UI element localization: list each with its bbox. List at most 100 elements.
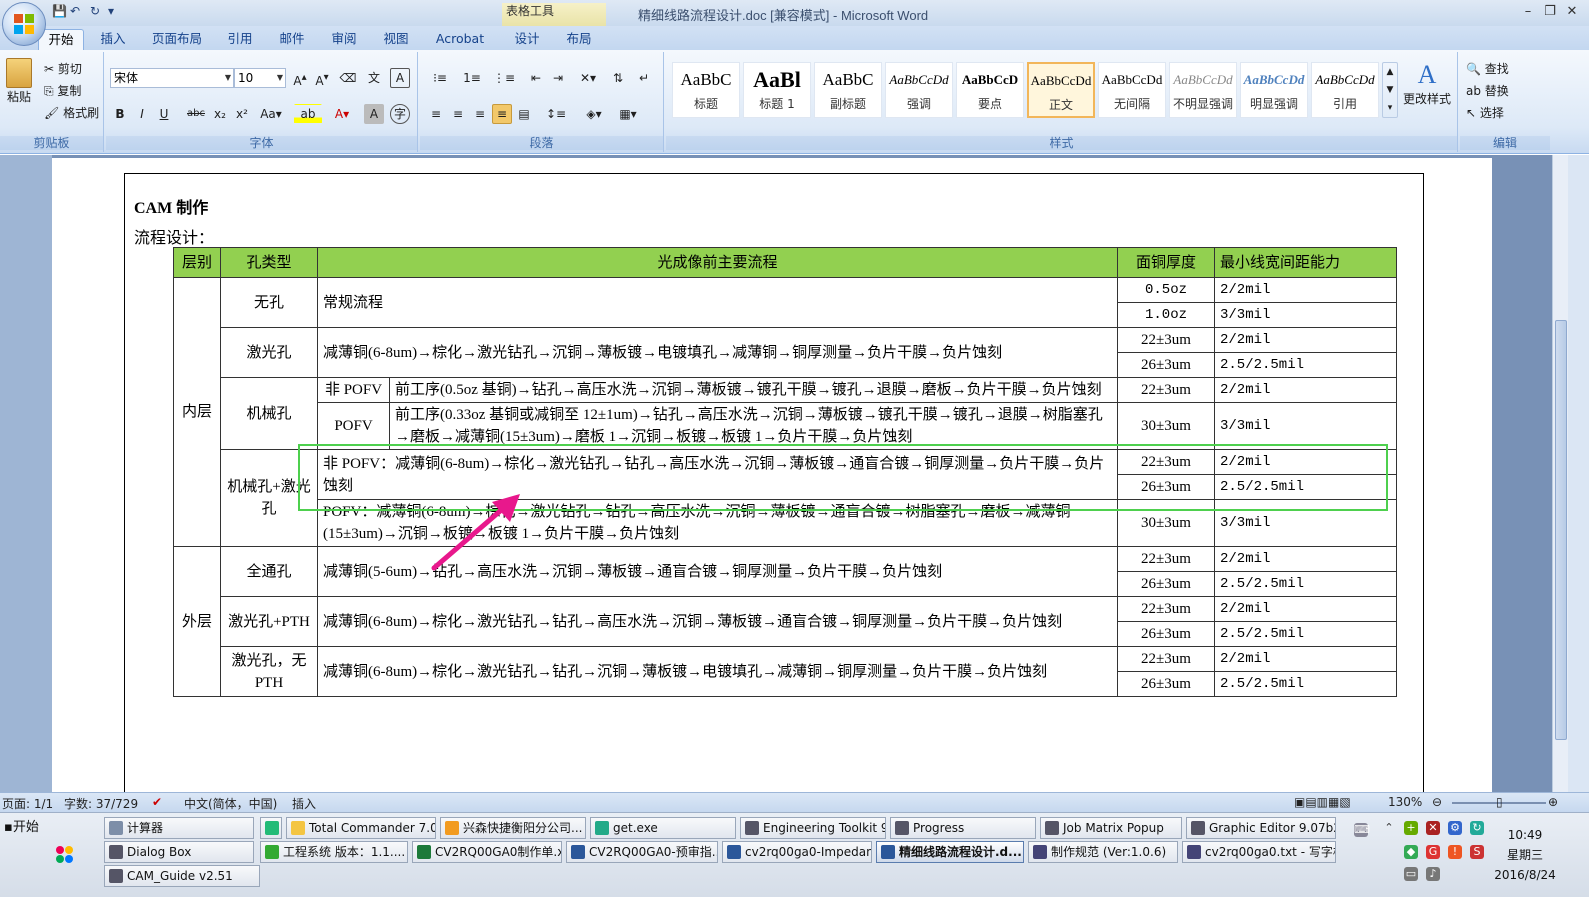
numbering-icon[interactable]: 1≡ bbox=[458, 68, 486, 88]
chinese-layout-icon[interactable]: ✕▾ bbox=[574, 68, 602, 88]
task-calculator[interactable]: 计算器 bbox=[104, 817, 254, 839]
task-engineering-toolkit[interactable]: Engineering Toolkit 9.0... bbox=[740, 817, 886, 839]
style-title[interactable]: AaBbC 标题 bbox=[672, 62, 740, 118]
task-total-commander[interactable]: Total Commander 7.0 ... bbox=[286, 817, 436, 839]
underline-icon[interactable]: U bbox=[154, 104, 174, 124]
status-words[interactable]: 字数: 37/729 bbox=[64, 795, 138, 812]
style-strong[interactable]: AaBbCcD 要点 bbox=[956, 62, 1024, 118]
style-normal[interactable]: AaBbCcDd 正文 bbox=[1027, 62, 1095, 118]
qat-redo-icon[interactable]: ↻ bbox=[90, 4, 100, 22]
task-dialog-box[interactable]: Dialog Box bbox=[104, 841, 254, 863]
close-icon[interactable]: ✕ bbox=[1562, 3, 1582, 21]
task-excel-sheet[interactable]: CV2RQ00GA0制作单.xl... bbox=[412, 841, 562, 863]
shield-icon[interactable]: ◆ bbox=[1404, 845, 1418, 859]
subscript-icon[interactable]: x₂ bbox=[210, 104, 230, 124]
network-icon[interactable]: ▭ bbox=[1404, 867, 1418, 881]
tray-sync-icon[interactable]: ↻ bbox=[1470, 821, 1484, 835]
task-engineering-system[interactable]: 工程系统 版本：1.1.... bbox=[260, 841, 408, 863]
select-button[interactable]: ↖ 选择 bbox=[1466, 104, 1504, 121]
task-impedance[interactable]: cv2rq00ga0-Impedance... bbox=[722, 841, 872, 863]
change-case-icon[interactable]: Aa▾ bbox=[256, 104, 286, 124]
bold-icon[interactable]: B bbox=[110, 104, 130, 124]
phonetic-guide-icon[interactable]: 文 bbox=[364, 68, 384, 88]
task-get-exe[interactable]: get.exe bbox=[590, 817, 736, 839]
font-color-icon[interactable]: A▾ bbox=[328, 104, 356, 124]
task-current-word-doc[interactable]: 精细线路流程设计.d... bbox=[876, 841, 1024, 863]
document-page[interactable]: CAM 制作 流程设计： 层别 孔类型 光成像前主要流程 面铜厚度 最小线宽间距… bbox=[52, 158, 1492, 792]
style-intense-emphasis[interactable]: AaBbCcDd 明显强调 bbox=[1240, 62, 1308, 118]
tab-insert[interactable]: 插入 bbox=[92, 29, 134, 50]
tab-page-layout[interactable]: 页面布局 bbox=[146, 29, 208, 50]
multilevel-list-icon[interactable]: ⋮≡ bbox=[490, 68, 518, 88]
task-xingsen[interactable]: 兴森快捷衡阳分公司... bbox=[440, 817, 586, 839]
view-buttons-icon[interactable]: ▣▤▥▦▧ bbox=[1294, 795, 1351, 809]
change-styles-button[interactable]: A 更改样式 bbox=[1400, 60, 1454, 107]
task-cam-guide[interactable]: CAM_Guide v2.51 bbox=[104, 865, 260, 887]
align-left-icon[interactable]: ≡ bbox=[426, 104, 446, 124]
line-spacing-icon[interactable]: ↕≡ bbox=[542, 104, 570, 124]
keyboard-icon[interactable]: ⌨ bbox=[1354, 823, 1370, 837]
style-emphasis[interactable]: AaBbCcDd 强调 bbox=[885, 62, 953, 118]
qat-customize-icon[interactable]: ▾ bbox=[108, 4, 114, 22]
copy-button[interactable]: ⎘ 复制 bbox=[44, 82, 81, 99]
volume-icon[interactable]: ♪ bbox=[1426, 867, 1440, 881]
strikethrough-icon[interactable]: abc bbox=[186, 104, 206, 124]
task-browser[interactable] bbox=[260, 817, 282, 839]
tab-layout[interactable]: 布局 bbox=[558, 29, 600, 50]
decrease-indent-icon[interactable]: ⇤ bbox=[526, 68, 546, 88]
start-button[interactable]: ▪开始 bbox=[0, 817, 40, 841]
enclose-char-icon[interactable]: 字 bbox=[390, 104, 410, 124]
align-center-icon[interactable]: ≡ bbox=[448, 104, 468, 124]
replace-button[interactable]: ab 替换 bbox=[1466, 82, 1509, 99]
char-shading-icon[interactable]: A bbox=[364, 104, 384, 124]
restore-icon[interactable]: ❐ bbox=[1540, 3, 1560, 21]
increase-indent-icon[interactable]: ⇥ bbox=[548, 68, 568, 88]
status-page[interactable]: 页面: 1/1 bbox=[2, 795, 53, 812]
tab-acrobat[interactable]: Acrobat bbox=[430, 29, 490, 50]
justify-icon[interactable]: ≡ bbox=[492, 104, 512, 124]
style-subtitle[interactable]: AaBbC 副标题 bbox=[814, 62, 882, 118]
qat-undo-icon[interactable]: ↶ bbox=[70, 4, 80, 22]
task-job-matrix[interactable]: Job Matrix Popup bbox=[1040, 817, 1182, 839]
cut-button[interactable]: ✂ 剪切 bbox=[44, 60, 82, 77]
styles-scroll-icon[interactable]: ▲ ▼ ▾ bbox=[1382, 62, 1398, 118]
tab-review[interactable]: 审阅 bbox=[324, 29, 364, 50]
minimize-icon[interactable]: – bbox=[1518, 3, 1538, 21]
shrink-font-icon[interactable]: A▾ bbox=[312, 68, 332, 88]
shading-icon[interactable]: ◈▾ bbox=[580, 104, 608, 124]
task-wordpad[interactable]: cv2rq00ga0.txt - 写字板 bbox=[1182, 841, 1336, 863]
italic-icon[interactable]: I bbox=[132, 104, 152, 124]
style-quote[interactable]: AaBbCcDd 引用 bbox=[1311, 62, 1379, 118]
tray-app-icon[interactable]: + bbox=[1404, 821, 1418, 835]
tab-home[interactable]: 开始 bbox=[38, 29, 84, 50]
status-mode[interactable]: 插入 bbox=[292, 795, 316, 812]
show-marks-icon[interactable]: ↵ bbox=[634, 68, 654, 88]
tray-close-icon[interactable]: ✕ bbox=[1426, 821, 1440, 835]
font-name-select[interactable]: 宋体 ▼ bbox=[110, 68, 234, 88]
task-prereview[interactable]: CV2RQ00GA0-预审指... bbox=[566, 841, 718, 863]
format-painter-button[interactable]: 🖌 格式刷 bbox=[44, 104, 99, 121]
tray-alert-icon[interactable]: ! bbox=[1448, 845, 1462, 859]
bullets-icon[interactable]: ⁝≡ bbox=[426, 68, 454, 88]
borders-icon[interactable]: ▦▾ bbox=[614, 104, 642, 124]
status-zoom[interactable]: 130% bbox=[1388, 795, 1422, 809]
task-graphic-editor[interactable]: Graphic Editor 9.07b2 ... bbox=[1186, 817, 1336, 839]
clock[interactable]: 10:49 星期三 2016/8/24 bbox=[1490, 825, 1560, 885]
task-progress[interactable]: Progress bbox=[890, 817, 1036, 839]
zoom-out-icon[interactable]: ⊖ bbox=[1432, 795, 1442, 809]
tray-tool-icon[interactable]: ⚙ bbox=[1448, 821, 1462, 835]
qat-save-icon[interactable]: 💾 bbox=[52, 4, 67, 22]
scrollbar-thumb[interactable] bbox=[1555, 320, 1567, 740]
vertical-scrollbar[interactable] bbox=[1552, 155, 1568, 792]
font-size-select[interactable]: 10 ▼ bbox=[234, 68, 286, 88]
tab-references[interactable]: 引用 bbox=[220, 29, 260, 50]
tab-mailings[interactable]: 邮件 bbox=[272, 29, 312, 50]
sort-icon[interactable]: ⇅ bbox=[608, 68, 628, 88]
superscript-icon[interactable]: x² bbox=[232, 104, 252, 124]
tray-g-icon[interactable]: G bbox=[1426, 845, 1440, 859]
clear-format-icon[interactable]: ⌫ bbox=[338, 68, 358, 88]
paste-button[interactable]: 粘贴 bbox=[4, 58, 34, 122]
zoom-in-icon[interactable]: ⊕ bbox=[1548, 795, 1558, 809]
highlight-icon[interactable]: ab bbox=[294, 104, 322, 124]
grow-font-icon[interactable]: A▴ bbox=[290, 68, 310, 88]
